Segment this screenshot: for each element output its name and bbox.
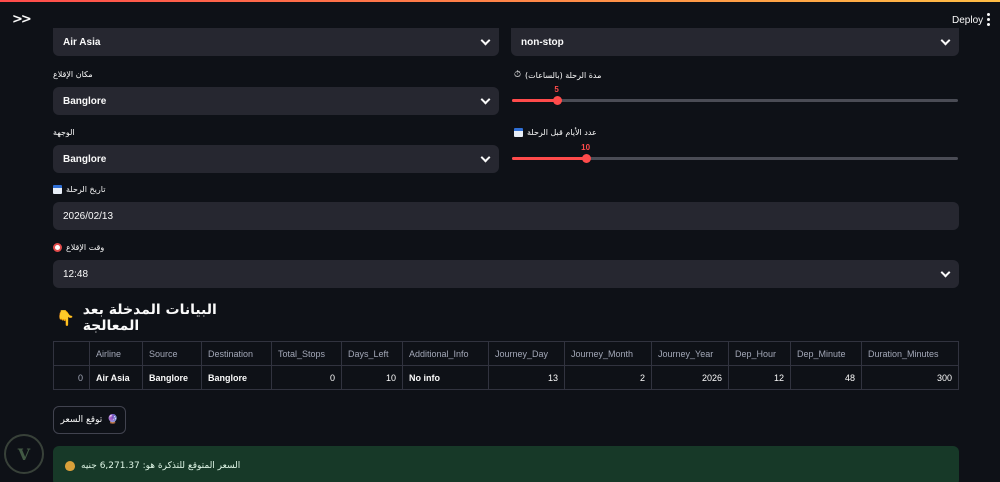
- row-index[interactable]: 0: [53, 365, 90, 390]
- source-value: Banglore: [63, 95, 107, 107]
- duration-slider-track[interactable]: [512, 99, 958, 102]
- stopwatch-icon: ⏱: [514, 70, 522, 80]
- departure-time-value: 12:48: [63, 268, 89, 280]
- airline-select[interactable]: Air Asia: [53, 28, 499, 56]
- top-decoration-bar: [0, 0, 1000, 2]
- destination-label: الوجهة: [53, 128, 75, 137]
- column-header[interactable]: Source: [142, 341, 202, 366]
- destination-select[interactable]: Banglore: [53, 145, 499, 173]
- duration-label: ⏱ مدة الرحلة (بالساعات): [514, 70, 602, 80]
- duration-slider-fill: [512, 99, 557, 102]
- processed-data-heading: 👇 البيانات المدخلة بعد المعالجة: [56, 302, 217, 334]
- days-left-label: عدد الأيام قبل الرحلة: [514, 128, 597, 137]
- stops-value: non-stop: [521, 36, 564, 48]
- airline-value: Air Asia: [63, 36, 101, 48]
- money-bag-icon: [65, 461, 75, 471]
- table-cell[interactable]: 10: [341, 365, 403, 390]
- duration-slider-thumb[interactable]: [552, 96, 562, 105]
- calendar-icon: [53, 185, 62, 194]
- stops-select[interactable]: non-stop: [511, 28, 959, 56]
- days-left-slider-fill: [512, 157, 586, 160]
- table-cell[interactable]: 13: [488, 365, 565, 390]
- predict-button-label: توقع السعر: [60, 415, 103, 425]
- destination-value: Banglore: [63, 153, 107, 165]
- journey-date-value: 2026/02/13: [63, 210, 114, 222]
- watermark-logo: V: [4, 434, 44, 474]
- source-label: مكان الإقلاع: [53, 70, 93, 79]
- predict-price-button[interactable]: توقع السعر 🔮: [53, 406, 126, 434]
- column-header[interactable]: Additional_Info: [402, 341, 489, 366]
- column-header[interactable]: [53, 341, 90, 366]
- table-cell[interactable]: Air Asia: [89, 365, 143, 390]
- days-left-slider-thumb[interactable]: [581, 154, 591, 163]
- prediction-result-alert: السعر المتوقع للتذكرة هو: 6,271.37 جنيه: [53, 446, 959, 482]
- table-row: 0 Air Asia Banglore Banglore 0 10 No inf…: [53, 365, 959, 390]
- chevron-down-icon: [480, 152, 491, 162]
- table-cell[interactable]: 12: [728, 365, 791, 390]
- source-select[interactable]: Banglore: [53, 87, 499, 115]
- journey-date-input[interactable]: 2026/02/13: [53, 202, 959, 230]
- table-cell[interactable]: 300: [861, 365, 959, 390]
- departure-time-select[interactable]: 12:48: [53, 260, 959, 288]
- days-left-slider-value: 10: [581, 143, 591, 152]
- table-cell[interactable]: Banglore: [142, 365, 202, 390]
- duration-slider-value: 5: [554, 85, 559, 94]
- column-header[interactable]: Duration_Minutes: [861, 341, 959, 366]
- column-header[interactable]: Dep_Minute: [790, 341, 862, 366]
- journey-date-label: تاريخ الرحلة: [53, 185, 105, 194]
- table-cell[interactable]: Banglore: [201, 365, 272, 390]
- column-header[interactable]: Journey_Year: [651, 341, 729, 366]
- column-header[interactable]: Journey_Day: [488, 341, 565, 366]
- departure-time-label: وقت الإقلاع: [53, 243, 104, 252]
- deploy-button[interactable]: Deploy: [952, 15, 983, 26]
- column-header[interactable]: Total_Stops: [271, 341, 342, 366]
- table-cell[interactable]: 0: [271, 365, 342, 390]
- chevron-down-icon: [940, 35, 951, 45]
- processed-data-table[interactable]: Airline Source Destination Total_Stops D…: [53, 341, 959, 390]
- pointing-down-icon: 👇: [56, 309, 75, 327]
- calendar-icon: [514, 128, 523, 137]
- column-header[interactable]: Airline: [89, 341, 143, 366]
- table-cell[interactable]: No info: [402, 365, 489, 390]
- prediction-result-text: السعر المتوقع للتذكرة هو: 6,271.37 جنيه: [81, 461, 241, 471]
- chevron-down-icon: [480, 35, 491, 45]
- expand-sidebar-icon[interactable]: >>: [12, 12, 32, 27]
- column-header[interactable]: Destination: [201, 341, 272, 366]
- crystal-ball-icon: 🔮: [107, 415, 119, 425]
- chevron-down-icon: [480, 94, 491, 104]
- table-cell[interactable]: 2: [564, 365, 652, 390]
- main-menu-icon[interactable]: [985, 12, 991, 26]
- table-header-row: Airline Source Destination Total_Stops D…: [53, 341, 959, 366]
- column-header[interactable]: Days_Left: [341, 341, 403, 366]
- column-header[interactable]: Journey_Month: [564, 341, 652, 366]
- chevron-down-icon: [940, 267, 951, 277]
- alarm-clock-icon: [53, 243, 62, 252]
- table-cell[interactable]: 2026: [651, 365, 729, 390]
- table-cell[interactable]: 48: [790, 365, 862, 390]
- column-header[interactable]: Dep_Hour: [728, 341, 791, 366]
